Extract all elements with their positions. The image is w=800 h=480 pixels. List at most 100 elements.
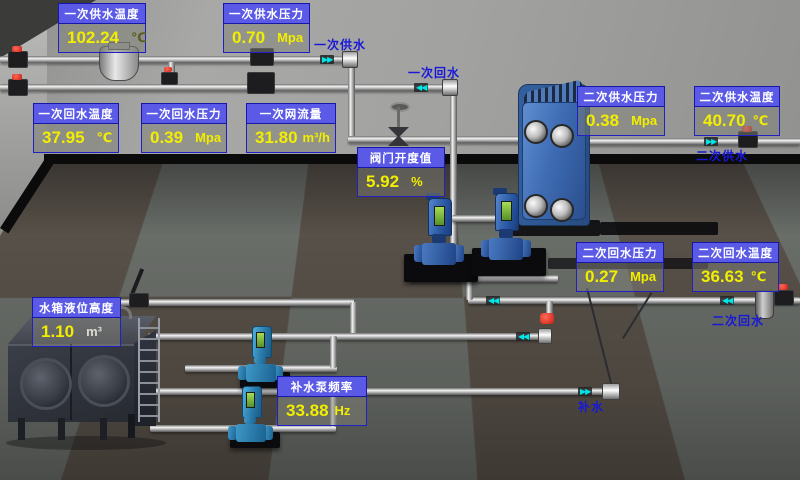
- pump-indicator: [501, 201, 512, 221]
- gauge-unit: Mpa: [195, 127, 221, 149]
- gauge-unit: Mpa: [630, 266, 656, 288]
- gate-valve-return[interactable]: [247, 72, 275, 94]
- drain-valve[interactable]: [540, 313, 554, 324]
- pump-neck: [244, 416, 256, 424]
- gauge-value: 0.38: [586, 110, 619, 132]
- gauge-tank-level[interactable]: 水箱液位高度 1.10 m³: [32, 297, 121, 347]
- gauge-primary-network-flow[interactable]: 一次网流量 31.80m³/h: [246, 103, 336, 153]
- pump-volute: [236, 424, 266, 442]
- gauge-value: 37.95: [42, 127, 85, 149]
- gauge-unit: Hz: [335, 400, 351, 422]
- tank-leg: [58, 418, 65, 440]
- valve-handle: [12, 74, 22, 80]
- gauge-value: 5.92: [366, 171, 399, 193]
- pump-volute: [246, 364, 276, 382]
- valve-handle: [12, 46, 22, 52]
- pipe-primary-supply-drop: [348, 60, 355, 140]
- gauge-secondary-supply-temperature[interactable]: 二次供水温度 40.70 ℃: [694, 86, 780, 136]
- pipe-label-primary-supply: 一次供水: [314, 36, 366, 53]
- tank-shadow: [6, 436, 166, 450]
- heat-exchanger-port: [524, 194, 548, 218]
- gauge-primary-supply-pressure[interactable]: 一次供水压力 0.70 Mpa: [223, 3, 310, 53]
- gauge-unit: ℃: [97, 127, 113, 149]
- control-valve-handwheel: [390, 102, 410, 112]
- gauge-value: 0.39: [150, 127, 183, 149]
- control-valve-stem: [397, 107, 400, 129]
- gauge-value: 31.80: [255, 127, 298, 149]
- tank-leg: [18, 418, 25, 440]
- gauge-unit: %: [411, 171, 423, 193]
- gauge-unit: Mpa: [277, 27, 303, 49]
- valve-primary-supply-inlet[interactable]: [8, 51, 28, 68]
- gauge-label: 二次供水温度: [694, 86, 780, 107]
- flange-makeup-end: [602, 383, 620, 400]
- pipe-primary-supply-to-exchanger: [348, 136, 530, 143]
- gauge-unit: m³: [86, 321, 102, 343]
- valve-primary-return-outlet[interactable]: [8, 79, 28, 96]
- valve-handle: [164, 67, 172, 72]
- tank-manhole: [78, 355, 130, 407]
- gauge-valve-opening[interactable]: 阀门开度值 5.92%: [357, 147, 445, 197]
- gauge-label: 水箱液位高度: [32, 297, 121, 318]
- gauge-label: 二次供水压力: [577, 86, 665, 107]
- flow-right-icon: ▶▶: [704, 137, 718, 146]
- gauge-label: 一次供水压力: [223, 3, 310, 24]
- pipe-label-secondary-supply: 二次供水: [696, 147, 748, 164]
- gauge-value: 1.10: [41, 321, 74, 343]
- gauge-label: 一次回水温度: [33, 103, 119, 124]
- gauge-unit: m³/h: [303, 127, 330, 149]
- gauge-unit: ℃: [751, 266, 767, 288]
- pipe-label-secondary-return: 二次回水: [712, 312, 764, 329]
- pipe-primary-supply: [0, 56, 352, 63]
- lever-valve[interactable]: [129, 293, 149, 308]
- gauge-value: 0.70: [232, 27, 265, 49]
- flow-left-icon: ◀◀: [486, 296, 500, 305]
- gauge-makeup-pump-frequency[interactable]: 补水泵频率 33.88 Hz: [277, 376, 367, 426]
- flow-left-icon: ◀◀: [720, 296, 734, 305]
- flange: [342, 51, 358, 68]
- gauge-secondary-supply-pressure[interactable]: 二次供水压力 0.38 Mpa: [577, 86, 665, 136]
- pipe-makeup-riser1: [330, 336, 337, 368]
- gauge-secondary-return-temperature[interactable]: 二次回水温度 36.63℃: [692, 242, 779, 292]
- gauge-value: 40.70: [703, 110, 746, 132]
- pipe-secondary-supply: [558, 138, 800, 145]
- gauge-unit: ℃: [131, 27, 147, 49]
- gauge-secondary-return-pressure[interactable]: 二次回水压力 0.27 Mpa: [576, 242, 664, 292]
- pipe-primary-return: [0, 84, 448, 91]
- heat-exchanger-port: [550, 124, 574, 148]
- flange: [538, 328, 552, 344]
- gauge-primary-supply-temperature[interactable]: 一次供水温度 102.24℃: [58, 3, 146, 53]
- gauge-value: 0.27: [585, 266, 618, 288]
- pipe-label-primary-return: 一次回水: [408, 64, 460, 81]
- pump-neck: [254, 356, 266, 364]
- pump-volute: [422, 243, 456, 265]
- tank-leg: [100, 418, 107, 440]
- valve-handle: [778, 284, 788, 290]
- pump-volute: [489, 238, 523, 260]
- gauge-label: 阀门开度值: [357, 147, 445, 168]
- flow-left-icon: ◀◀: [414, 83, 428, 92]
- flow-right-icon: ▶▶: [578, 387, 592, 396]
- pipe-secondary-return: [468, 297, 800, 304]
- gauge-primary-return-pressure[interactable]: 一次回水压力 0.39 Mpa: [141, 103, 227, 153]
- pipe-makeup-discharge: [148, 388, 610, 395]
- pump-neck: [499, 229, 513, 238]
- gauge-unit: Mpa: [631, 110, 657, 132]
- pump-indicator: [246, 392, 255, 408]
- gauge-label: 一次回水压力: [141, 103, 227, 124]
- gauge-value: 33.88: [286, 400, 329, 422]
- pump-indicator: [434, 206, 445, 226]
- tank-ladder: [138, 318, 160, 422]
- gauge-value: 36.63: [701, 266, 744, 288]
- hmi-screen: ▶▶ ◀◀ ▶▶ ◀◀ ◀◀ ◀◀ ▶▶: [0, 0, 800, 480]
- flange: [442, 79, 458, 96]
- gauge-label: 补水泵频率: [277, 376, 367, 397]
- small-valve[interactable]: [161, 72, 178, 85]
- gauge-primary-return-temperature[interactable]: 一次回水温度 37.95 ℃: [33, 103, 119, 153]
- gauge-label: 二次回水压力: [576, 242, 664, 263]
- gauge-unit: ℃: [753, 110, 769, 132]
- flow-right-icon: ▶▶: [320, 55, 334, 64]
- tank-manhole: [20, 358, 72, 410]
- valve-secondary-return[interactable]: [774, 290, 794, 306]
- floor-pad: [600, 222, 718, 235]
